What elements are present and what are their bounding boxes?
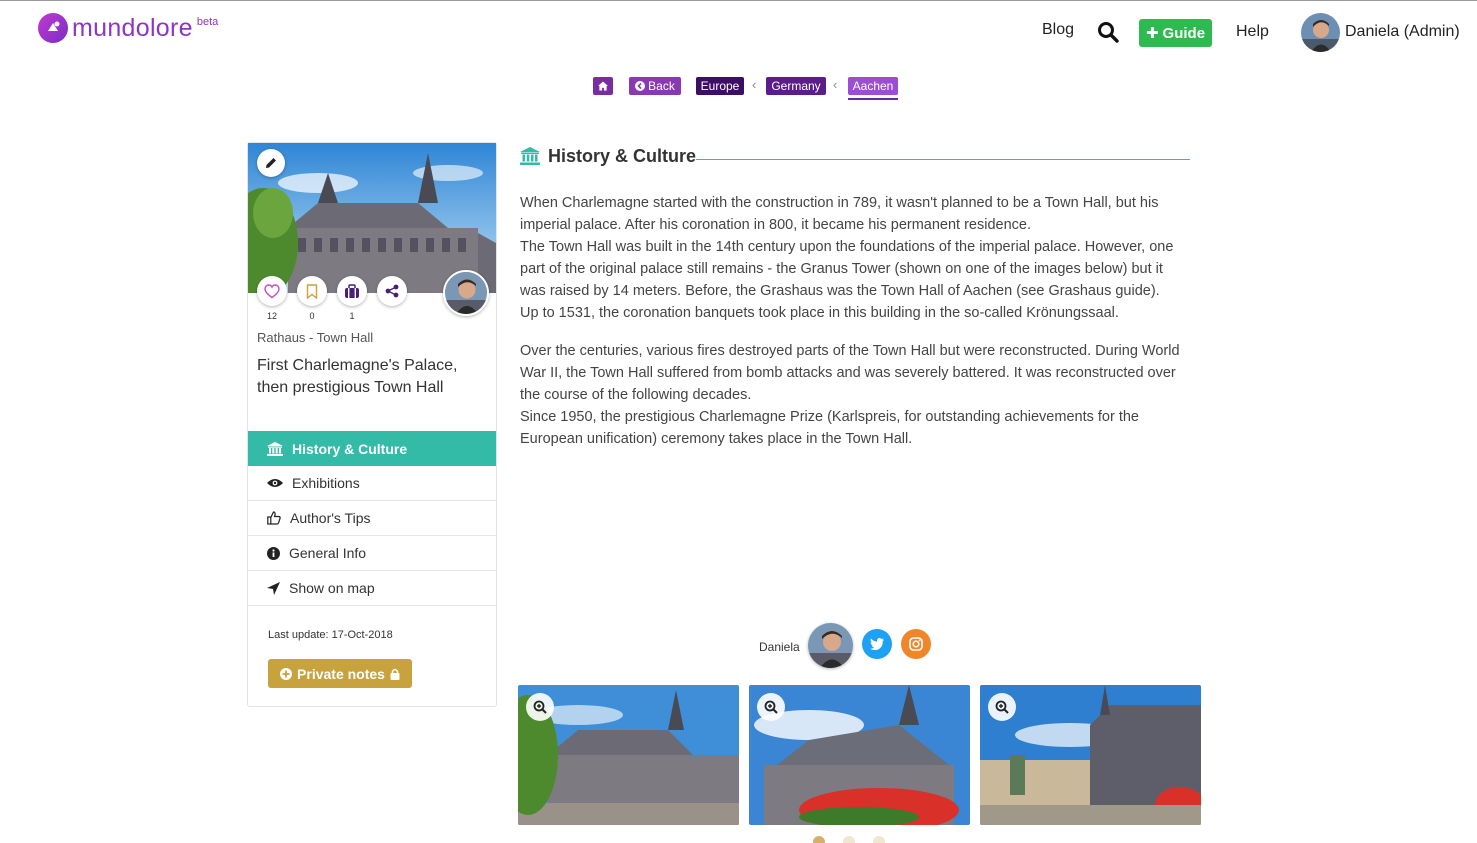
share-button[interactable] (377, 276, 407, 306)
beta-badge: beta (196, 16, 219, 28)
bookmark-button[interactable] (297, 276, 327, 306)
section-text: Up to 1531, the coronation banquets took… (520, 305, 1119, 321)
suitcase-icon (345, 283, 359, 298)
private-notes-label: Private notes (297, 665, 385, 682)
logo-mark-icon (38, 13, 68, 43)
edit-button[interactable] (257, 149, 285, 177)
menu-item-label: General Info (289, 545, 367, 561)
author-name[interactable]: Daniela (759, 640, 800, 654)
section-text: When Charlemagne started with the constr… (520, 195, 1159, 233)
like-button[interactable] (257, 276, 287, 306)
heart-icon (264, 283, 280, 298)
pencil-icon (266, 158, 276, 168)
add-guide-button[interactable]: ✚ Guide (1139, 19, 1212, 47)
share-icon (385, 284, 399, 298)
like-count: 12 (266, 311, 277, 321)
section-text: Over the centuries, various fires destro… (520, 343, 1180, 403)
section-text: Since 1950, the prestigious Charlemagne … (520, 409, 1139, 447)
section-paragraph: When Charlemagne started with the constr… (520, 192, 1185, 324)
menu-item-exhibitions[interactable]: Exhibitions (248, 466, 496, 501)
twitter-icon (870, 638, 884, 650)
back-label: Back (648, 79, 675, 93)
zoom-in-icon[interactable] (757, 693, 785, 721)
logo-text: mundolore (72, 14, 193, 42)
user-avatar[interactable] (1301, 13, 1340, 52)
instagram-icon (909, 637, 923, 651)
place-title: First Charlemagne's Palace, then prestig… (257, 357, 458, 396)
nav-blog-link[interactable]: Blog (1042, 21, 1074, 39)
lock-icon (390, 668, 400, 680)
bookmark-count: 0 (309, 311, 315, 321)
place-card: 12 0 1 Rathaus - Town Hall First Charlem… (247, 142, 497, 707)
section-divider (696, 159, 1190, 160)
carousel-dot[interactable] (873, 836, 885, 843)
author-avatar[interactable] (808, 623, 853, 668)
chevron-left-icon: ‹ (833, 77, 838, 92)
menu-item-history-culture[interactable]: History & Culture (248, 431, 496, 466)
instagram-button[interactable] (901, 629, 931, 659)
location-arrow-icon (267, 581, 280, 595)
carousel-dot-active[interactable] (813, 836, 825, 843)
private-notes-button[interactable]: Private notes (268, 659, 412, 688)
nav-help-link[interactable]: Help (1236, 23, 1269, 41)
breadcrumb-europe[interactable]: Europe (696, 77, 744, 95)
zoom-in-icon[interactable] (526, 693, 554, 721)
menu-item-label: Show on map (289, 580, 375, 596)
user-menu[interactable]: Daniela (Admin) (1345, 23, 1460, 41)
top-border (0, 0, 1477, 1)
menu-item-label: Exhibitions (292, 475, 360, 491)
carousel-dot[interactable] (843, 836, 855, 843)
thumbs-up-icon (267, 511, 281, 525)
bank-icon (267, 441, 283, 456)
breadcrumb-back-button[interactable]: Back (629, 77, 681, 95)
chevron-left-icon: ‹ (752, 77, 757, 92)
author-avatar[interactable] (443, 270, 489, 316)
breadcrumb-home-button[interactable] (593, 77, 613, 95)
section-body: When Charlemagne started with the constr… (520, 192, 1185, 466)
info-icon (267, 546, 280, 560)
home-icon (598, 81, 608, 91)
eye-icon (267, 479, 283, 487)
menu-item-label: Author's Tips (290, 510, 371, 526)
section-text: The Town Hall was built in the 14th cent… (520, 239, 1174, 299)
menu-item-authors-tips[interactable]: Author's Tips (248, 501, 496, 536)
gallery-image[interactable] (980, 685, 1201, 825)
menu-item-general-info[interactable]: General Info (248, 536, 496, 571)
bank-icon (520, 147, 540, 165)
section-paragraph: Over the centuries, various fires destro… (520, 340, 1185, 450)
site-logo[interactable]: mundolore beta (38, 12, 218, 44)
gallery-image[interactable] (749, 685, 970, 825)
breadcrumb-germany[interactable]: Germany (766, 77, 826, 95)
place-section-menu: History & Culture Exhibitions Author's T… (248, 431, 496, 606)
breadcrumb-current-underline (848, 98, 898, 100)
breadcrumb-aachen[interactable]: Aachen (848, 77, 898, 95)
bookmark-icon (306, 283, 318, 299)
menu-item-show-on-map[interactable]: Show on map (248, 571, 496, 606)
add-to-trip-button[interactable] (337, 276, 367, 306)
trip-count: 1 (349, 311, 355, 321)
place-category: Rathaus - Town Hall (257, 330, 374, 345)
gallery-image[interactable] (518, 685, 739, 825)
twitter-button[interactable] (862, 629, 892, 659)
menu-item-label: History & Culture (292, 440, 408, 457)
search-icon[interactable] (1097, 21, 1119, 43)
add-guide-label: Guide (1162, 24, 1206, 42)
last-update: Last update: 17-Oct-2018 (268, 629, 393, 641)
zoom-in-icon[interactable] (988, 693, 1016, 721)
plus-icon: ✚ (1145, 25, 1159, 42)
section-title: History & Culture (548, 146, 697, 166)
plus-circle-icon (280, 667, 293, 680)
arrow-circle-left-icon (635, 81, 646, 91)
